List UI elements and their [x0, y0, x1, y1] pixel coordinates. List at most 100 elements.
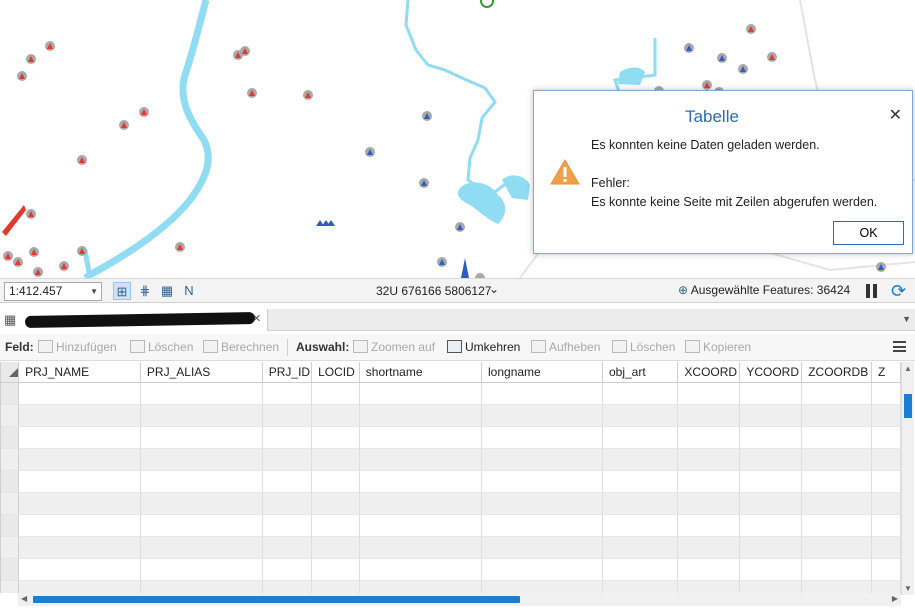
table-cell[interactable]	[739, 492, 803, 515]
table-cell[interactable]	[359, 492, 483, 515]
table-cell[interactable]	[262, 426, 313, 449]
table-cell[interactable]	[18, 558, 141, 581]
table-cell[interactable]	[359, 580, 483, 593]
table-row[interactable]	[1, 470, 901, 493]
row-header[interactable]	[1, 426, 20, 449]
table-row[interactable]	[1, 382, 901, 405]
table-row[interactable]	[1, 558, 901, 581]
table-cell[interactable]	[140, 470, 263, 493]
table-cell[interactable]	[677, 492, 741, 515]
table-cell[interactable]	[18, 536, 141, 559]
scroll-right-icon[interactable]: ▶	[892, 594, 898, 603]
table-cell[interactable]	[140, 536, 263, 559]
table-cell[interactable]	[481, 580, 603, 593]
copy-button[interactable]: Kopieren	[685, 340, 751, 354]
row-header[interactable]	[1, 580, 20, 593]
table-cell[interactable]	[311, 404, 360, 427]
close-icon[interactable]: ✕	[889, 105, 902, 125]
table-cell[interactable]	[311, 514, 360, 537]
table-cell[interactable]	[801, 536, 873, 559]
table-cell[interactable]	[481, 448, 603, 471]
table-cell[interactable]	[871, 382, 901, 405]
table-cell[interactable]	[602, 558, 679, 581]
menu-icon[interactable]	[893, 341, 906, 352]
table-cell[interactable]	[359, 470, 483, 493]
row-header[interactable]	[1, 470, 20, 493]
table-cell[interactable]	[262, 382, 313, 405]
table-cell[interactable]	[262, 404, 313, 427]
table-cell[interactable]	[140, 580, 263, 593]
table-cell[interactable]	[801, 404, 873, 427]
table-cell[interactable]	[18, 492, 141, 515]
table-cell[interactable]	[677, 514, 741, 537]
column-header[interactable]: ZCOORDB	[801, 362, 873, 383]
table-cell[interactable]	[871, 580, 901, 593]
table-cell[interactable]	[739, 470, 803, 493]
vertical-scrollbar[interactable]: ▲ ▼	[901, 362, 914, 595]
table-cell[interactable]	[739, 448, 803, 471]
table-cell[interactable]	[871, 492, 901, 515]
table-cell[interactable]	[359, 404, 483, 427]
table-cell[interactable]	[739, 580, 803, 593]
table-cell[interactable]	[18, 404, 141, 427]
table-cell[interactable]	[602, 492, 679, 515]
table-cell[interactable]	[481, 404, 603, 427]
table-cell[interactable]	[359, 448, 483, 471]
chevron-down-icon[interactable]: ▼	[902, 314, 911, 324]
table-cell[interactable]	[677, 558, 741, 581]
table-cell[interactable]	[481, 514, 603, 537]
table-cell[interactable]	[18, 580, 141, 593]
scroll-up-icon[interactable]: ▲	[904, 364, 912, 373]
table-tab[interactable]: ▦ ✕	[0, 309, 268, 331]
add-field-button[interactable]: Hinzufügen	[38, 340, 117, 354]
grid-snap-icon[interactable]: ⋕	[136, 282, 154, 300]
table-cell[interactable]	[481, 492, 603, 515]
table-cell[interactable]	[481, 470, 603, 493]
table-cell[interactable]	[739, 536, 803, 559]
table-cell[interactable]	[262, 558, 313, 581]
column-header[interactable]: obj_art	[602, 362, 679, 383]
column-header[interactable]: YCOORD	[739, 362, 803, 383]
table-cell[interactable]	[871, 448, 901, 471]
horizontal-scrollbar[interactable]: ◀ ▶	[18, 593, 901, 606]
table-cell[interactable]	[677, 580, 741, 593]
table-cell[interactable]	[602, 448, 679, 471]
table-cell[interactable]	[677, 536, 741, 559]
row-header[interactable]	[1, 492, 20, 515]
table-cell[interactable]	[801, 382, 873, 405]
table-cell[interactable]	[311, 558, 360, 581]
row-header[interactable]	[1, 514, 20, 537]
scroll-left-icon[interactable]: ◀	[21, 594, 27, 603]
table-cell[interactable]	[481, 536, 603, 559]
table-cell[interactable]	[871, 514, 901, 537]
table-cell[interactable]	[311, 536, 360, 559]
close-icon[interactable]: ✕	[252, 312, 261, 325]
table-cell[interactable]	[602, 382, 679, 405]
row-header[interactable]	[1, 448, 20, 471]
table-grid-icon[interactable]: ▦	[158, 282, 176, 300]
table-cell[interactable]	[18, 470, 141, 493]
table-cell[interactable]	[602, 536, 679, 559]
table-cell[interactable]	[677, 470, 741, 493]
table-cell[interactable]	[739, 426, 803, 449]
table-cell[interactable]	[18, 448, 141, 471]
calculate-field-button[interactable]: Berechnen	[203, 340, 279, 354]
table-cell[interactable]	[18, 514, 141, 537]
table-cell[interactable]	[871, 404, 901, 427]
table-cell[interactable]	[311, 382, 360, 405]
table-cell[interactable]	[311, 470, 360, 493]
table-cell[interactable]	[801, 426, 873, 449]
table-cell[interactable]	[481, 382, 603, 405]
pause-icon[interactable]	[866, 284, 878, 298]
table-cell[interactable]	[140, 404, 263, 427]
table-cell[interactable]	[739, 558, 803, 581]
row-header[interactable]	[1, 404, 20, 427]
table-row[interactable]	[1, 492, 901, 515]
table-cell[interactable]	[262, 536, 313, 559]
table-cell[interactable]	[311, 448, 360, 471]
table-cell[interactable]	[18, 426, 141, 449]
table-cell[interactable]	[739, 404, 803, 427]
column-header[interactable]: XCOORD	[677, 362, 741, 383]
table-row[interactable]	[1, 536, 901, 559]
table-cell[interactable]	[359, 426, 483, 449]
